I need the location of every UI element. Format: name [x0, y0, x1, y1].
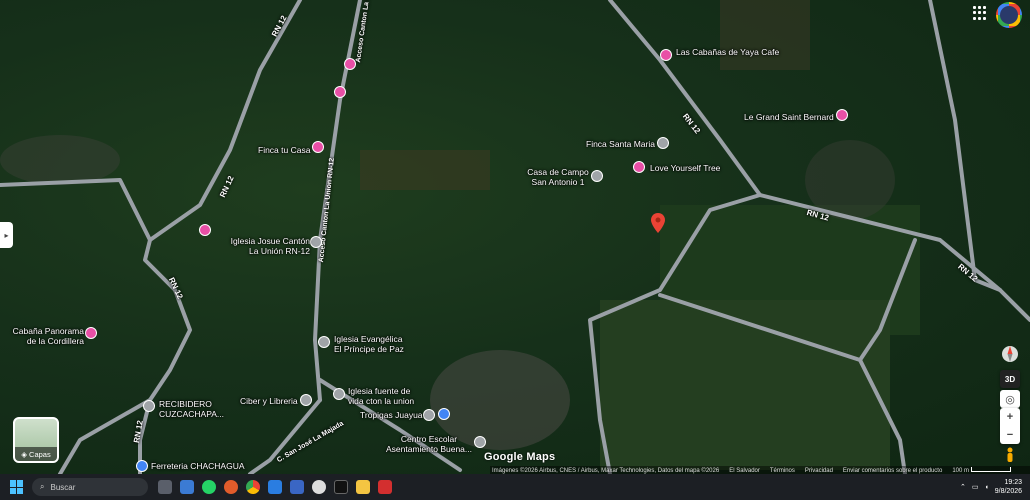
privacy-link[interactable]: Privacidad [805, 468, 833, 474]
scale-indicator[interactable]: 100 m [952, 467, 1011, 474]
my-location-icon[interactable]: ◎ [1000, 390, 1020, 408]
gas-station-pin-icon[interactable] [438, 408, 450, 420]
place-label[interactable]: Ferreteria CHACHAGUA [151, 461, 245, 471]
pdf-app-icon[interactable] [378, 480, 392, 494]
task-view-icon[interactable] [158, 480, 172, 494]
photos-app-icon[interactable] [180, 480, 194, 494]
hotel-pin-icon[interactable] [199, 224, 211, 236]
hotel-pin-icon[interactable] [344, 58, 356, 70]
search-placeholder: Buscar [50, 482, 76, 492]
chatgpt-icon[interactable] [312, 480, 326, 494]
google-maps-logo: Google Maps [484, 451, 556, 463]
taskbar-apps [158, 480, 392, 494]
church-pin-icon[interactable] [310, 236, 322, 248]
volume-icon[interactable]: ◖ [985, 484, 989, 491]
app-icon[interactable] [290, 480, 304, 494]
3d-toggle-button[interactable]: 3D [1000, 370, 1020, 388]
place-label[interactable]: Cabaña Panorama de la Cordillera [10, 326, 84, 346]
zoom-out-button[interactable]: − [1000, 426, 1020, 444]
clock-date: 9/8/2026 [994, 488, 1022, 495]
place-label[interactable]: Casa de Campo San Antonio 1 [522, 167, 594, 187]
place-label[interactable]: Iglesia Josue Cantón La Unión RN-12 [228, 236, 310, 256]
street-view-pegman-icon[interactable] [1000, 446, 1020, 464]
terminal-icon[interactable] [334, 480, 348, 494]
zoom-controls: + − [1000, 408, 1020, 444]
clock[interactable]: 19:23 9/8/2026 [995, 478, 1022, 496]
search-icon: ⌕ [40, 482, 45, 491]
hotel-pin-icon[interactable] [660, 49, 672, 61]
hardware-store-pin-icon[interactable] [136, 460, 148, 472]
place-label[interactable]: Finca tu Casa [258, 145, 310, 155]
place-label[interactable]: Ciber y Libreria [240, 396, 298, 406]
country-label: El Salvador [729, 467, 760, 474]
feedback-link[interactable]: Enviar comentarios sobre el producto [843, 468, 942, 474]
hotel-pin-icon[interactable] [85, 327, 97, 339]
terms-link[interactable]: Términos [770, 468, 795, 474]
layers-caption: ◈ Capas [15, 447, 57, 461]
home-pin-icon[interactable] [423, 409, 435, 421]
place-label[interactable]: Finca Santa Maria [586, 139, 655, 149]
imagery-attribution: Imágenes ©2026 Airbus, CNES / Airbus, Ma… [492, 467, 720, 474]
field-north [720, 0, 810, 70]
church-pin-icon[interactable] [318, 336, 330, 348]
hotel-pin-icon[interactable] [633, 161, 645, 173]
account-avatar[interactable] [996, 2, 1022, 28]
tray-chevron-icon[interactable]: ⌃ [960, 483, 966, 491]
church-pin-icon[interactable] [333, 388, 345, 400]
hotel-pin-icon[interactable] [836, 109, 848, 121]
app-icon[interactable] [268, 480, 282, 494]
layers-label: Capas [29, 449, 51, 459]
layers-button[interactable]: ◈ Capas [13, 417, 59, 463]
place-label[interactable]: RECIBIDERO CUZCACHAPA... [159, 399, 225, 419]
app-icon[interactable] [224, 480, 238, 494]
whatsapp-icon[interactable] [202, 480, 216, 494]
file-explorer-icon[interactable] [356, 480, 370, 494]
scale-bar [971, 467, 1011, 472]
place-pin-icon[interactable] [657, 137, 669, 149]
google-apps-icon[interactable] [973, 6, 987, 20]
school-pin-icon[interactable] [474, 436, 486, 448]
windows-taskbar: ⌕ Buscar ⌃ ▭ ◖ 19:23 9/8/2026 [0, 474, 1030, 500]
shop-pin-icon[interactable] [300, 394, 312, 406]
satellite-map[interactable]: RN 12 RN 12 RN 12 RN 12 RN 12 RN 12 RN 1… [0, 0, 1030, 474]
hotel-pin-icon[interactable] [334, 86, 346, 98]
clock-time: 19:23 [1004, 479, 1022, 486]
layers-icon: ◈ [21, 449, 28, 459]
taskbar-search[interactable]: ⌕ Buscar [32, 478, 148, 496]
place-label[interactable]: Iglesia Evangélica El Príncipe de Paz [334, 334, 410, 354]
battery-icon[interactable]: ▭ [972, 483, 979, 491]
field-strips [360, 150, 490, 190]
system-tray: ⌃ ▭ ◖ 19:23 9/8/2026 [960, 478, 1030, 496]
settlement-west [0, 135, 120, 185]
place-label[interactable]: Love Yourself Tree [650, 163, 720, 173]
place-label[interactable]: Centro Escolar Asentamiento Buena... [384, 434, 474, 454]
zoom-in-button[interactable]: + [1000, 408, 1020, 426]
chrome-icon[interactable] [246, 480, 260, 494]
side-panel-toggle[interactable]: ▸ [0, 222, 13, 248]
compass-icon[interactable] [1000, 343, 1020, 365]
windows-start-icon[interactable] [10, 480, 24, 494]
place-label[interactable]: Tropigas Juayua [360, 410, 423, 420]
hotel-pin-icon[interactable] [312, 141, 324, 153]
attribution-bar: Imágenes ©2026 Airbus, CNES / Airbus, Ma… [490, 466, 1030, 474]
place-label[interactable]: Iglesia fuente de vida cton la union [348, 386, 420, 406]
place-pin-icon[interactable] [143, 400, 155, 412]
plantation-area-south [600, 300, 890, 470]
place-label[interactable]: Le Grand Saint Bernard [744, 112, 834, 122]
place-label[interactable]: Las Cabañas de Yaya Cafe [676, 47, 779, 57]
selected-location-pin-icon[interactable] [651, 213, 665, 233]
